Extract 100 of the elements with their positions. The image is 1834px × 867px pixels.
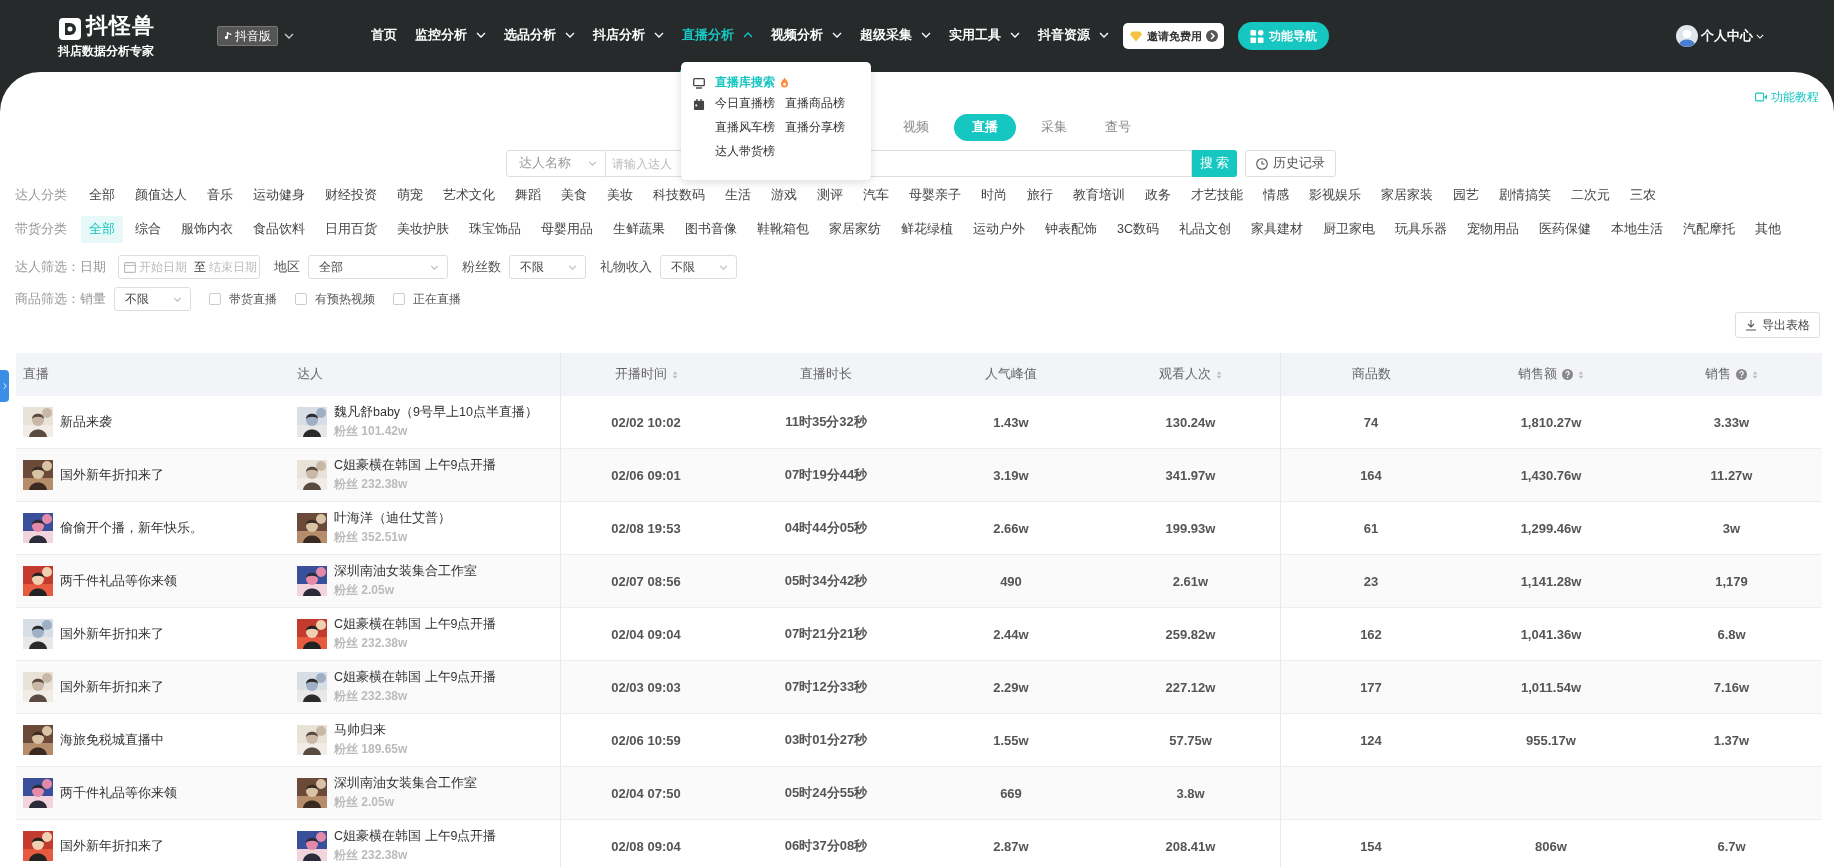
streamer-name[interactable]: C姐豪横在韩国 上午9点开播	[334, 828, 497, 845]
nav-menu-item[interactable]: 监控分析	[413, 0, 488, 72]
category-option[interactable]: 家具建材	[1243, 215, 1311, 243]
category-option[interactable]: 生活	[717, 181, 759, 209]
sort-icon[interactable]	[1216, 369, 1222, 380]
platform-select[interactable]: 抖音版	[217, 26, 278, 46]
category-option[interactable]: 政务	[1137, 181, 1179, 209]
history-button[interactable]: 历史记录	[1245, 150, 1336, 177]
fans-select[interactable]: 不限	[509, 255, 586, 279]
live-title[interactable]: 新品来袭	[60, 413, 112, 431]
dropdown-item[interactable]: 今日直播榜	[715, 95, 775, 112]
checkbox[interactable]	[393, 293, 405, 305]
live-title[interactable]: 两千件礼品等你来领	[60, 784, 177, 802]
dropdown-item[interactable]: 直播商品榜	[785, 95, 845, 112]
nav-menu-item[interactable]: 首页	[369, 0, 399, 72]
category-option[interactable]: 汽配摩托	[1675, 215, 1743, 243]
sales-select[interactable]: 不限	[114, 287, 191, 311]
checkbox[interactable]	[209, 293, 221, 305]
category-option[interactable]: 时尚	[973, 181, 1015, 209]
category-option[interactable]: 财经投资	[317, 181, 385, 209]
category-option[interactable]: 影视娱乐	[1301, 181, 1369, 209]
dropdown-item[interactable]: 直播风车榜	[715, 119, 775, 136]
category-option[interactable]: 鞋靴箱包	[749, 215, 817, 243]
live-title[interactable]: 海旅免税城直播中	[60, 731, 164, 749]
nav-menu-item[interactable]: 选品分析	[502, 0, 577, 72]
streamer-name[interactable]: 深圳南油女装集合工作室	[334, 563, 477, 580]
category-option[interactable]: 医药保健	[1531, 215, 1599, 243]
expand-handle[interactable]	[0, 370, 9, 402]
live-title[interactable]: 国外新年折扣来了	[60, 678, 164, 696]
dropdown-item[interactable]: 直播分享榜	[785, 119, 845, 136]
nav-menu-item[interactable]: 抖店分析	[591, 0, 666, 72]
category-option[interactable]: 测评	[809, 181, 851, 209]
category-option[interactable]: 美食	[553, 181, 595, 209]
sort-icon[interactable]	[1752, 369, 1758, 380]
streamer-name[interactable]: 马帅归来	[334, 722, 408, 739]
category-option[interactable]: 生鲜蔬果	[605, 215, 673, 243]
category-option[interactable]: 美妆	[599, 181, 641, 209]
category-option[interactable]: 科技数码	[645, 181, 713, 209]
search-tab[interactable]: 查号	[1092, 113, 1144, 141]
category-option[interactable]: 剧情搞笑	[1491, 181, 1559, 209]
category-option[interactable]: 3C数码	[1109, 215, 1167, 243]
category-option[interactable]: 运动健身	[245, 181, 313, 209]
category-option[interactable]: 家居家装	[1373, 181, 1441, 209]
category-option[interactable]: 音乐	[199, 181, 241, 209]
category-option[interactable]: 鲜花绿植	[893, 215, 961, 243]
category-option[interactable]: 三农	[1622, 181, 1664, 209]
category-option[interactable]: 厨卫家电	[1315, 215, 1383, 243]
live-title[interactable]: 偷偷开个播，新年快乐。	[60, 519, 203, 537]
live-title[interactable]: 国外新年折扣来了	[60, 625, 164, 643]
user-center-menu[interactable]: 个人中心	[1701, 27, 1753, 45]
category-option[interactable]: 宠物用品	[1459, 215, 1527, 243]
category-option[interactable]: 美妆护肤	[389, 215, 457, 243]
category-option[interactable]: 家居家纺	[821, 215, 889, 243]
gift-income-select[interactable]: 不限	[660, 255, 737, 279]
category-option[interactable]: 全部	[81, 181, 123, 209]
export-button[interactable]: 导出表格	[1735, 312, 1820, 338]
invite-button[interactable]: 邀请免费用	[1123, 23, 1224, 49]
category-option[interactable]: 礼品文创	[1171, 215, 1239, 243]
streamer-name[interactable]: 深圳南油女装集合工作室	[334, 775, 477, 792]
category-option[interactable]: 萌宠	[389, 181, 431, 209]
search-tab[interactable]: 采集	[1028, 113, 1080, 141]
category-option[interactable]: 服饰内衣	[173, 215, 241, 243]
category-option[interactable]: 日用百货	[317, 215, 385, 243]
category-option[interactable]: 教育培训	[1065, 181, 1133, 209]
category-option[interactable]: 食品饮料	[245, 215, 313, 243]
live-title[interactable]: 国外新年折扣来了	[60, 837, 164, 855]
sort-icon[interactable]	[671, 369, 678, 380]
category-option[interactable]: 二次元	[1563, 181, 1618, 209]
category-option[interactable]: 母婴亲子	[901, 181, 969, 209]
category-option[interactable]: 舞蹈	[507, 181, 549, 209]
search-tab[interactable]: 视频	[890, 113, 942, 141]
category-option[interactable]: 才艺技能	[1183, 181, 1251, 209]
category-option[interactable]: 本地生活	[1603, 215, 1671, 243]
streamer-name[interactable]: C姐豪横在韩国 上午9点开播	[334, 616, 497, 633]
streamer-name[interactable]: 魏凡舒baby（9号早上10点半直播）	[334, 404, 538, 421]
category-option[interactable]: 艺术文化	[435, 181, 503, 209]
nav-menu-item[interactable]: 实用工具	[947, 0, 1022, 72]
category-option[interactable]: 其他	[1747, 215, 1789, 243]
live-title[interactable]: 国外新年折扣来了	[60, 466, 164, 484]
category-option[interactable]: 珠宝饰品	[461, 215, 529, 243]
category-option[interactable]: 汽车	[855, 181, 897, 209]
nav-menu-item[interactable]: 抖音资源	[1036, 0, 1111, 72]
category-option[interactable]: 旅行	[1019, 181, 1061, 209]
end-date-field[interactable]: 结束日期	[209, 261, 261, 273]
streamer-name[interactable]: C姐豪横在韩国 上午9点开播	[334, 669, 497, 686]
start-date-field[interactable]: 开始日期	[139, 261, 191, 273]
category-option[interactable]: 图书音像	[677, 215, 745, 243]
category-option[interactable]: 母婴用品	[533, 215, 601, 243]
category-option[interactable]: 运动户外	[965, 215, 1033, 243]
streamer-name[interactable]: C姐豪横在韩国 上午9点开播	[334, 457, 497, 474]
category-option[interactable]: 钟表配饰	[1037, 215, 1105, 243]
streamer-name[interactable]: 叶海洋（迪仕艾普）	[334, 510, 451, 527]
sort-icon[interactable]	[1578, 369, 1584, 380]
category-option[interactable]: 游戏	[763, 181, 805, 209]
checkbox[interactable]	[295, 293, 307, 305]
region-select[interactable]: 全部	[308, 255, 448, 279]
live-title[interactable]: 两千件礼品等你来领	[60, 572, 177, 590]
category-option[interactable]: 综合	[127, 215, 169, 243]
category-option[interactable]: 玩具乐器	[1387, 215, 1455, 243]
category-option[interactable]: 颜值达人	[127, 181, 195, 209]
